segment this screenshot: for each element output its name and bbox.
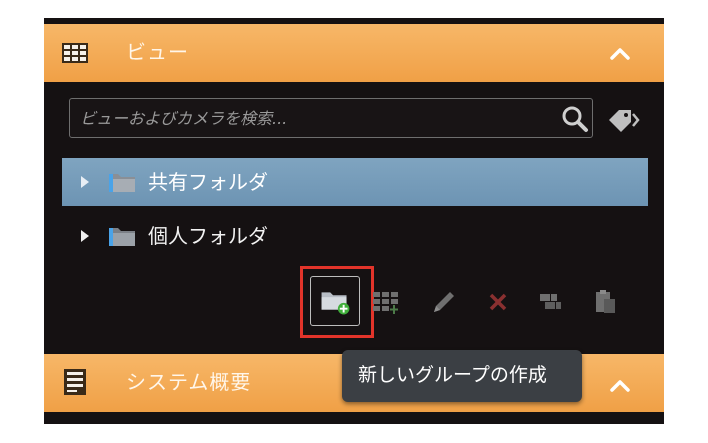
new-view-button[interactable] [371, 286, 403, 318]
search-box [69, 98, 593, 138]
folder-icon [109, 174, 135, 192]
copy-button[interactable] [534, 286, 566, 318]
paste-button[interactable] [589, 286, 621, 318]
views-title: ビュー [126, 40, 189, 64]
tag-filter-icon[interactable] [605, 106, 641, 134]
tree-item-shared-folder[interactable]: 共有フォルダ [62, 158, 648, 206]
folder-plus-icon [321, 292, 350, 315]
chevron-up-icon[interactable] [600, 40, 640, 68]
search-icon[interactable] [561, 105, 589, 133]
expand-arrow-icon[interactable] [80, 229, 90, 243]
search-input[interactable] [80, 99, 550, 137]
system-overview-title: システム概要 [126, 370, 252, 394]
tree-item-personal-folder[interactable]: 個人フォルダ [62, 212, 648, 260]
views-header[interactable]: ビュー [44, 24, 664, 82]
rename-button[interactable] [428, 286, 460, 318]
tree-item-label: 個人フォルダ [148, 224, 268, 248]
list-document-icon [64, 369, 86, 395]
tooltip-text: 新しいグループの作成 [358, 364, 547, 386]
folder-icon [109, 228, 135, 246]
tooltip: 新しいグループの作成 [342, 350, 582, 402]
grid-view-icon [62, 43, 88, 63]
delete-button[interactable] [482, 286, 514, 318]
expand-arrow-icon[interactable] [80, 175, 90, 189]
chevron-up-icon[interactable] [600, 372, 640, 400]
new-group-button[interactable] [310, 276, 360, 326]
tree-item-label: 共有フォルダ [148, 170, 268, 194]
